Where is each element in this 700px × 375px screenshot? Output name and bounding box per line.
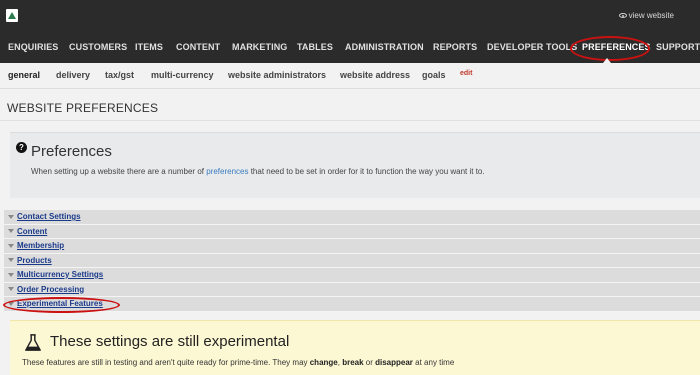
- nav-reports[interactable]: REPORTS: [433, 42, 477, 52]
- preferences-description: When setting up a website there are a nu…: [31, 167, 485, 176]
- nav-administration[interactable]: ADMINISTRATION: [345, 42, 424, 52]
- word-change: change: [309, 358, 338, 367]
- experimental-warning-panel: These settings are still experimental Th…: [10, 320, 700, 375]
- nav-developer-tools[interactable]: DEVELOPER TOOLS: [487, 42, 577, 52]
- experimental-description: These features are still in testing and …: [22, 358, 454, 367]
- top-bar: view website: [0, 0, 700, 32]
- nav-content[interactable]: CONTENT: [176, 42, 220, 52]
- subnav-website-address[interactable]: website address: [340, 70, 410, 80]
- subnav-goals[interactable]: goals: [422, 70, 446, 80]
- accordion-contact-settings[interactable]: Contact Settings: [4, 210, 700, 225]
- eye-icon: [618, 13, 627, 18]
- preferences-link[interactable]: preferences: [206, 167, 248, 176]
- accordion-content[interactable]: Content: [4, 224, 700, 239]
- expand-arrow-icon: [8, 243, 14, 248]
- subnav-multi-currency[interactable]: multi-currency: [151, 70, 214, 80]
- word-break: break: [342, 358, 364, 367]
- preferences-desc-text-end: that need to be set in order for it to f…: [248, 167, 485, 176]
- subnav-general[interactable]: general: [8, 70, 40, 80]
- experimental-desc-text-end: at any time: [412, 358, 455, 367]
- expand-arrow-icon: [8, 287, 14, 291]
- nav-items[interactable]: ITEMS: [135, 42, 163, 52]
- preferences-heading: Preferences: [31, 143, 112, 160]
- flask-icon: [25, 334, 41, 351]
- subnav-website-administrators[interactable]: website administrators: [228, 70, 326, 80]
- expand-arrow-icon: [8, 214, 14, 219]
- help-icon[interactable]: ?: [16, 142, 27, 153]
- accordion-experimental-features[interactable]: Experimental Features: [4, 297, 700, 312]
- nav-enquiries[interactable]: ENQUIRIES: [8, 42, 58, 52]
- expand-arrow-icon: [8, 301, 14, 306]
- preferences-desc-text: When setting up a website there are a nu…: [31, 167, 207, 176]
- subnav-edit-link[interactable]: edit: [460, 70, 472, 77]
- experimental-desc-text: These features are still in testing and …: [22, 358, 310, 367]
- accordion-label[interactable]: Products: [17, 256, 52, 265]
- logo-icon[interactable]: [6, 9, 18, 22]
- accordion-label[interactable]: Multicurrency Settings: [17, 270, 103, 279]
- word-disappear: disappear: [375, 358, 413, 367]
- nav-preferences[interactable]: PREFERENCES: [582, 42, 651, 52]
- accordion-multicurrency-settings[interactable]: Multicurrency Settings: [4, 268, 700, 283]
- view-website-label: view website: [628, 11, 674, 20]
- accordion-label[interactable]: Order Processing: [17, 285, 84, 294]
- settings-accordion: Contact Settings Content Membership Prod…: [4, 210, 700, 312]
- preferences-info-box: ? Preferences When setting up a website …: [10, 132, 700, 198]
- accordion-membership[interactable]: Membership: [4, 239, 700, 254]
- accordion-products[interactable]: Products: [4, 253, 700, 268]
- accordion-label[interactable]: Experimental Features: [17, 299, 103, 308]
- nav-customers[interactable]: CUSTOMERS: [69, 42, 127, 52]
- view-website-link[interactable]: view website: [618, 11, 674, 20]
- experimental-heading: These settings are still experimental: [50, 333, 290, 350]
- nav-support[interactable]: SUPPORT: [656, 42, 700, 52]
- nav-marketing[interactable]: MARKETING: [232, 42, 287, 52]
- sub-nav: general delivery tax/gst multi-currency …: [0, 63, 700, 89]
- subnav-delivery[interactable]: delivery: [56, 70, 90, 80]
- expand-arrow-icon: [8, 258, 14, 262]
- desc-separator: or: [363, 358, 376, 367]
- page-title: WEBSITE PREFERENCES: [7, 101, 159, 115]
- accordion-order-processing[interactable]: Order Processing: [4, 282, 700, 297]
- main-nav: ENQUIRIES CUSTOMERS ITEMS CONTENT MARKET…: [0, 32, 700, 63]
- expand-arrow-icon: [8, 272, 14, 277]
- subnav-tax-gst[interactable]: tax/gst: [105, 70, 134, 80]
- title-divider: [0, 120, 700, 121]
- accordion-label[interactable]: Contact Settings: [17, 212, 81, 221]
- expand-arrow-icon: [8, 229, 14, 233]
- accordion-label[interactable]: Membership: [17, 241, 64, 250]
- accordion-label[interactable]: Content: [17, 227, 47, 236]
- nav-tables[interactable]: TABLES: [297, 42, 333, 52]
